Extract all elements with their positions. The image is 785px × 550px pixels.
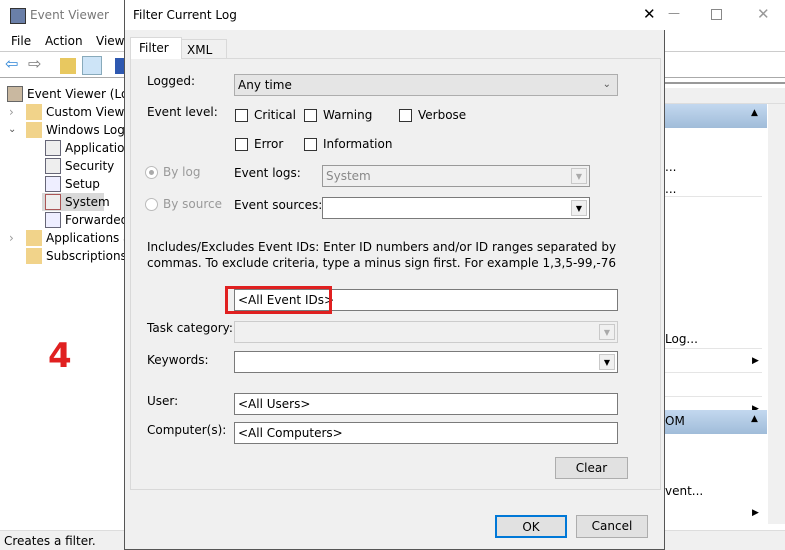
- actions-section-header[interactable]: ▲: [665, 104, 767, 128]
- warning-checkbox[interactable]: [304, 109, 317, 122]
- event-level-label: Event level:: [147, 105, 218, 119]
- up-folder-icon[interactable]: [60, 58, 76, 74]
- navigation-tree: Event Viewer (Local) › Custom Views ⌄ Wi…: [7, 86, 124, 264]
- filter-dialog: Filter Current Log ✕ Filter XML Logged: …: [124, 0, 665, 550]
- log-warning-icon: [45, 158, 61, 174]
- dropdown-arrow-icon: ▼: [571, 200, 587, 216]
- back-icon[interactable]: ⇦: [5, 54, 18, 73]
- event-sources-label: Event sources:: [234, 198, 323, 212]
- collapse-up-icon[interactable]: ▲: [751, 414, 758, 424]
- tab-xml[interactable]: XML: [181, 39, 227, 59]
- action-item[interactable]: ...: [665, 160, 676, 174]
- task-category-combo[interactable]: ▼: [234, 321, 618, 343]
- actions-section-header[interactable]: OM ▲: [665, 410, 767, 434]
- computer-label: Computer(s):: [147, 423, 227, 437]
- action-item[interactable]: Log...: [665, 332, 698, 346]
- verbose-label: Verbose: [418, 108, 467, 122]
- cancel-button[interactable]: Cancel: [576, 515, 648, 538]
- submenu-arrow-icon: ▶: [752, 508, 759, 518]
- critical-label: Critical: [254, 108, 296, 122]
- error-checkbox[interactable]: [235, 138, 248, 151]
- computer-input[interactable]: <All Computers>: [234, 422, 618, 444]
- folder-icon: [26, 230, 42, 246]
- action-item[interactable]: vent...: [665, 484, 703, 498]
- highlight-box: [225, 286, 332, 314]
- event-viewer-app-icon: [10, 8, 26, 24]
- dialog-title-bar: Filter Current Log ✕: [125, 0, 665, 30]
- clear-button[interactable]: Clear: [555, 457, 628, 479]
- forward-icon[interactable]: ⇨: [28, 54, 41, 73]
- dropdown-arrow-icon: ▼: [599, 324, 615, 340]
- log-error-icon: [45, 194, 61, 210]
- maximize-button[interactable]: [711, 9, 722, 20]
- show-hide-pane-icon[interactable]: [82, 56, 102, 75]
- log-icon: [45, 212, 61, 228]
- keywords-label: Keywords:: [147, 353, 209, 367]
- scrollbar[interactable]: [768, 104, 785, 524]
- chevron-right-icon[interactable]: ›: [9, 229, 14, 247]
- filter-folder-icon: [26, 104, 42, 120]
- by-source-radio[interactable]: [145, 198, 158, 211]
- submenu-arrow-icon: ▶: [752, 356, 759, 366]
- collapse-up-icon[interactable]: ▲: [751, 108, 758, 118]
- user-input[interactable]: <All Users>: [234, 393, 618, 415]
- dialog-close-button[interactable]: ✕: [643, 5, 656, 23]
- log-icon: [45, 176, 61, 192]
- menu-file[interactable]: File: [11, 34, 31, 48]
- event-sources-combo[interactable]: ▼: [322, 197, 590, 219]
- chevron-right-icon[interactable]: ›: [9, 103, 14, 121]
- status-text: Creates a filter.: [4, 534, 96, 548]
- menu-action[interactable]: Action: [45, 34, 83, 48]
- step-annotation: 4: [48, 336, 72, 376]
- chevron-down-icon[interactable]: ⌄: [8, 121, 16, 139]
- user-label: User:: [147, 394, 179, 408]
- close-window-button[interactable]: ✕: [757, 5, 770, 23]
- event-viewer-icon: [7, 86, 23, 102]
- task-category-label: Task category:: [147, 321, 233, 335]
- by-log-radio[interactable]: [145, 166, 158, 179]
- by-source-label: By source: [163, 197, 222, 211]
- logged-select[interactable]: Any time ⌄: [234, 74, 618, 96]
- dialog-title: Filter Current Log: [133, 8, 237, 22]
- chevron-down-icon: ⌄: [602, 79, 611, 90]
- by-log-label: By log: [163, 165, 201, 179]
- window-title: Event Viewer: [30, 8, 109, 22]
- filter-panel: Logged: Any time ⌄ Event level: Critical…: [130, 58, 661, 490]
- action-item[interactable]: ...: [665, 182, 676, 196]
- menu-view[interactable]: View: [96, 34, 124, 48]
- information-checkbox[interactable]: [304, 138, 317, 151]
- critical-checkbox[interactable]: [235, 109, 248, 122]
- subscriptions-folder-icon: [26, 248, 42, 264]
- error-label: Error: [254, 137, 284, 151]
- ok-button[interactable]: OK: [495, 515, 567, 538]
- information-label: Information: [323, 137, 393, 151]
- event-logs-combo[interactable]: System ▼: [322, 165, 590, 187]
- dropdown-arrow-icon: ▼: [599, 354, 615, 370]
- event-logs-label: Event logs:: [234, 166, 301, 180]
- logs-folder-icon: [26, 122, 42, 138]
- minimize-button[interactable]: —: [668, 6, 680, 20]
- tab-filter[interactable]: Filter: [130, 37, 182, 59]
- dropdown-arrow-icon: ▼: [571, 168, 587, 184]
- log-warning-icon: [45, 140, 61, 156]
- logged-label: Logged:: [147, 74, 196, 88]
- keywords-combo[interactable]: ▼: [234, 351, 618, 373]
- actions-pane: ▲ ... ... Log... ▶ ▶ OM ▲ vent... ▶: [665, 82, 785, 530]
- verbose-checkbox[interactable]: [399, 109, 412, 122]
- event-ids-description: Includes/Excludes Event IDs: Enter ID nu…: [147, 240, 617, 270]
- warning-label: Warning: [323, 108, 373, 122]
